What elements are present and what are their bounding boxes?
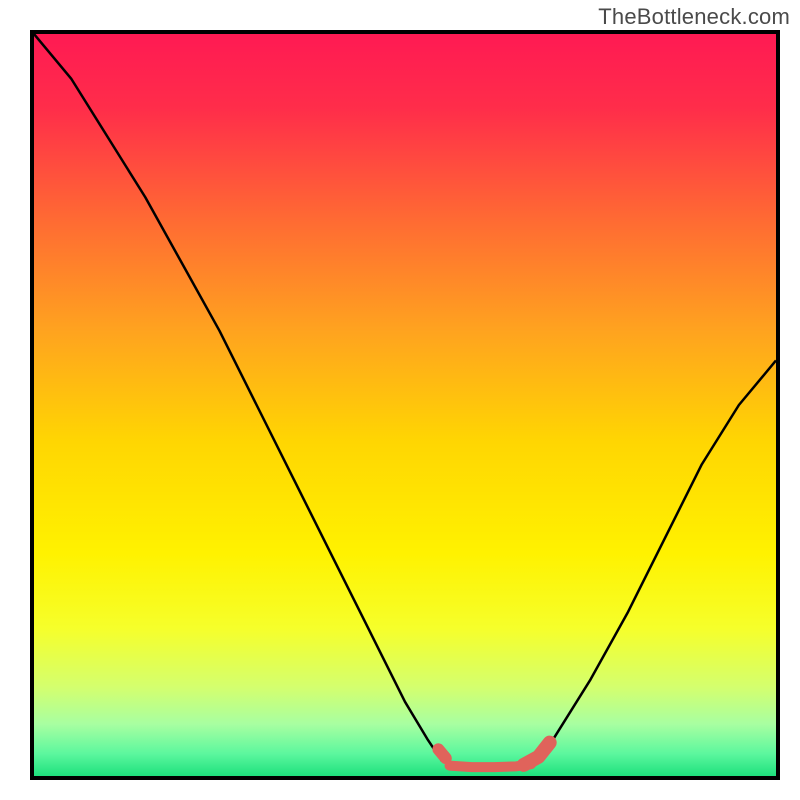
series-right-branch — [539, 360, 776, 761]
series-highlight-left — [438, 749, 445, 758]
watermark-text: TheBottleneck.com — [598, 4, 790, 30]
chart-plot-area — [30, 30, 780, 780]
chart-curves — [34, 34, 776, 776]
series-left-branch — [34, 34, 442, 761]
series-highlight-right — [524, 743, 550, 765]
